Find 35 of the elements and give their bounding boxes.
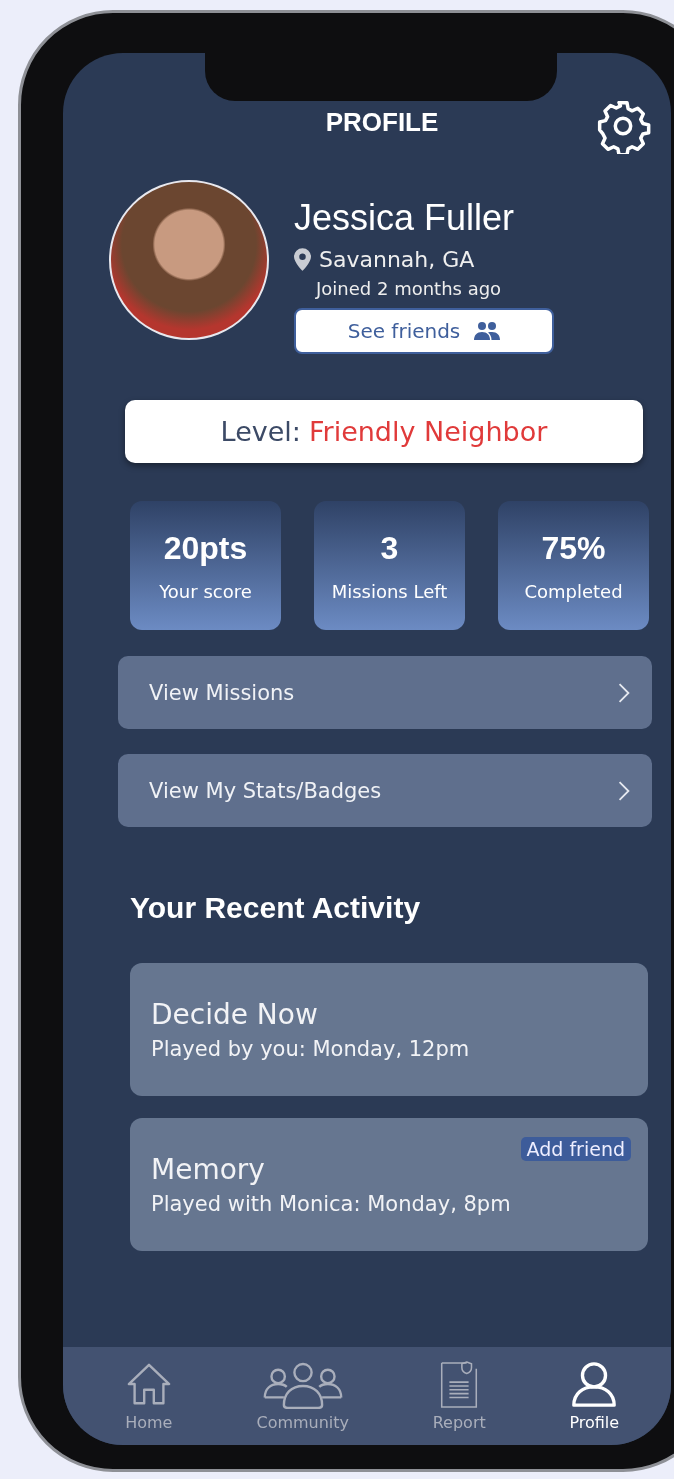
stat-label: Completed (524, 580, 623, 602)
stat-value: 20pts (163, 529, 248, 567)
location-pin-icon (294, 248, 311, 271)
activity-title: Memory (151, 1153, 266, 1186)
activity-card[interactable]: Add friend Memory Played with Monica: Monday, 8pm (130, 1118, 648, 1251)
user-location: Savannah, GA (319, 247, 475, 272)
stat-value: 3 (380, 529, 399, 567)
activity-detail: Played by you: Monday, 12pm (151, 1037, 471, 1061)
settings-icon[interactable] (595, 98, 651, 154)
stat-label: Missions Left (331, 580, 448, 602)
nav-tab[interactable]: Home (118, 1359, 179, 1433)
joined-date: Joined 2 months ago (316, 278, 503, 299)
people-icon (474, 321, 501, 341)
link-label: View Missions (149, 680, 295, 705)
activity-title: Decide Now (151, 998, 319, 1031)
see-friends-button[interactable]: See friends (294, 308, 554, 354)
nav-tab[interactable]: Profile (563, 1359, 626, 1433)
nav-tab[interactable]: Report (426, 1359, 492, 1433)
level-label: Level: (220, 416, 301, 447)
menu-link-button[interactable]: View My Stats/Badges (118, 754, 652, 827)
section-heading: Your Recent Activity (130, 891, 422, 925)
stat-label: Your score (159, 580, 252, 602)
activity-detail: Played with Monica: Monday, 8pm (151, 1192, 512, 1216)
user-name: Jessica Fuller (294, 197, 516, 239)
level-value: Friendly Neighbor (308, 416, 548, 447)
stat-value: 75% (541, 529, 606, 567)
person-icon (570, 1360, 619, 1409)
chevron-right-icon (618, 682, 630, 703)
activity-card[interactable]: Decide Now Played by you: Monday, 12pm (130, 963, 648, 1096)
add-friend-button[interactable]: Add friend (520, 1137, 631, 1161)
nav-tab[interactable]: Community (250, 1359, 356, 1433)
link-label: View My Stats/Badges (149, 778, 382, 803)
chevron-right-icon (618, 780, 630, 801)
menu-link-button[interactable]: View Missions (118, 656, 652, 729)
page-title: PROFILE (324, 107, 439, 138)
